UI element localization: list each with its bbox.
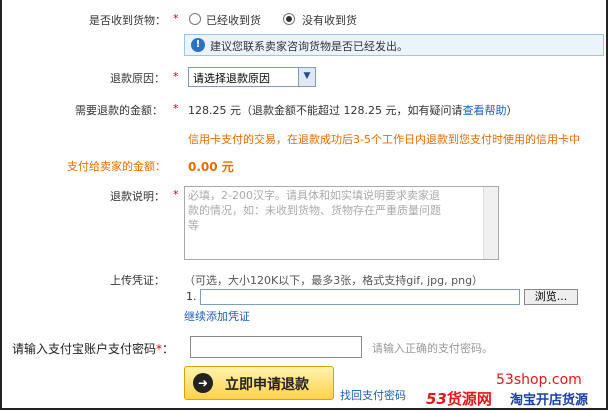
received-label: 是否收到货物： (89, 14, 166, 27)
payment-password-input[interactable] (190, 336, 362, 358)
watermark-slogan: 淘宝开店货源 (510, 393, 589, 408)
watermark-brand: 53货源网 (426, 390, 492, 408)
credit-card-note: 信用卡支付的交易，在退款成功后3-5个工作日内退款到您支付时使用的信用卡中 (188, 133, 580, 146)
amount-label: 需要退款的金额： (75, 104, 163, 117)
seller-amount-value: 0.00 元 (188, 160, 234, 174)
received-no-radio[interactable] (283, 13, 295, 25)
password-hint: 请输入正确的支付密码。 (372, 342, 493, 355)
arrow-right-icon: ➜ (193, 373, 213, 393)
upload-label: 上传凭证： (110, 274, 165, 287)
submit-label: 立即申请退款 (225, 377, 309, 393)
upload-file-input[interactable] (200, 289, 520, 305)
password-label: 请输入支付宝账户支付密码*： (12, 342, 175, 356)
browse-button[interactable]: 浏览... (524, 289, 578, 305)
required-mark: * (173, 70, 179, 83)
upload-index: 1. (186, 290, 197, 303)
reason-select[interactable]: 请选择退款原因 ▼ (188, 67, 316, 87)
received-no-label[interactable]: 没有收到货 (302, 12, 357, 28)
reason-label: 退款原因： (110, 72, 165, 85)
required-mark: * (173, 102, 179, 115)
refund-description-textarea[interactable]: 必填，2-200汉字。请具体和如实填说明要求卖家退款的情况，如：未收到货物、货物… (184, 186, 499, 260)
textarea-scrollbar[interactable] (483, 187, 498, 259)
info-icon: ! (191, 38, 205, 52)
amount-text: 128.25 元（退款金额不能超过 128.25 元，如有疑问请查看帮助） (188, 104, 518, 117)
upload-hint: （可选，大小120K以下，最多3张，格式支持gif, jpg, png） (184, 274, 484, 287)
seller-amount-label: 支付给卖家的金额： (67, 160, 166, 173)
add-more-proof-link[interactable]: 继续添加凭证 (184, 308, 250, 324)
forgot-password-link[interactable]: 找回支付密码 (340, 387, 406, 403)
required-mark: * (173, 188, 179, 201)
desc-placeholder: 必填，2-200汉字。请具体和如实填说明要求卖家退款的情况，如：未收到货物、货物… (188, 189, 441, 232)
received-yes-radio[interactable] (189, 13, 201, 25)
submit-refund-button[interactable]: ➜ 立即申请退款 (184, 366, 334, 400)
received-yes-label[interactable]: 已经收到货 (206, 12, 261, 28)
watermark-site: 53shop.com (496, 372, 582, 388)
tip-text: 建议您联系卖家咨询货物是否已经发出。 (210, 40, 408, 53)
tip-box: ! 建议您联系卖家咨询货物是否已经发出。 (184, 34, 604, 56)
chevron-down-icon[interactable]: ▼ (298, 68, 315, 86)
help-link[interactable]: 查看帮助 (462, 104, 506, 117)
reason-selected-value: 请选择退款原因 (193, 72, 270, 85)
required-mark: * (173, 12, 179, 25)
desc-label: 退款说明： (110, 190, 165, 203)
